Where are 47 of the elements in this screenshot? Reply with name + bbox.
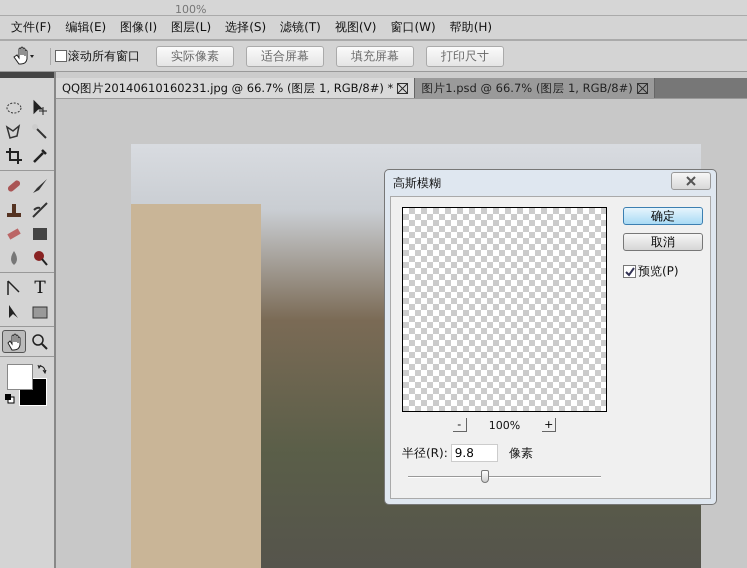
dialog-title: 高斯模糊 bbox=[393, 174, 441, 192]
unit-label: 像素 bbox=[508, 444, 533, 462]
view-button[interactable]: 实际像素 bbox=[156, 46, 234, 66]
hand-icon bbox=[5, 332, 23, 350]
radius-label: 半径(R): bbox=[402, 444, 448, 462]
menu-item[interactable]: 图层(L) bbox=[164, 19, 218, 36]
view-button[interactable]: 适合屏幕 bbox=[246, 46, 324, 66]
zoom-out-button[interactable]: - bbox=[452, 418, 467, 432]
preview-checkbox[interactable]: 预览(P) bbox=[623, 263, 703, 280]
color-swatches-icon[interactable] bbox=[7, 364, 47, 406]
menu-item[interactable]: 视图(V) bbox=[328, 19, 384, 36]
slider-thumb[interactable] bbox=[481, 470, 490, 483]
swap-colors-icon[interactable] bbox=[37, 364, 47, 374]
radius-field[interactable]: 9.8 bbox=[450, 444, 498, 462]
close-icon[interactable] bbox=[397, 82, 408, 94]
scroll-all-windows-checkbox[interactable]: 滚动所有窗口 bbox=[50, 48, 140, 64]
history-brush-icon bbox=[31, 200, 49, 218]
menu-item[interactable]: 编辑(E) bbox=[58, 19, 114, 36]
zoom-in-button[interactable]: + bbox=[542, 418, 556, 432]
lasso-icon bbox=[5, 122, 23, 140]
menu-item[interactable]: 文件(F) bbox=[4, 19, 58, 36]
crop-icon bbox=[5, 146, 23, 164]
close-button[interactable] bbox=[671, 172, 711, 190]
magic-wand-icon bbox=[31, 122, 49, 140]
zoom-icon bbox=[31, 332, 49, 350]
menu-item[interactable]: 窗口(W) bbox=[383, 19, 443, 36]
document-tab[interactable]: QQ图片20140610160231.jpg @ 66.7% (图层 1, RGB/8#) * bbox=[56, 78, 416, 98]
default-colors-icon[interactable] bbox=[5, 394, 15, 404]
ok-button[interactable]: 确定 bbox=[623, 207, 703, 225]
menu-item[interactable]: 帮助(H) bbox=[442, 19, 500, 36]
check-icon bbox=[624, 266, 634, 276]
cancel-button[interactable]: 取消 bbox=[623, 233, 703, 251]
tool-button[interactable]: T bbox=[28, 276, 52, 299]
document-tab[interactable]: 图片1.psd @ 66.7% (图层 1, RGB/8#) bbox=[415, 78, 655, 98]
eyedropper-icon bbox=[31, 146, 49, 164]
brush-icon bbox=[31, 176, 49, 194]
move-arrow-icon bbox=[31, 98, 49, 116]
close-icon bbox=[685, 176, 697, 186]
tool-button[interactable] bbox=[2, 330, 26, 353]
menu-item[interactable]: 图像(I) bbox=[113, 19, 164, 36]
close-icon[interactable] bbox=[636, 82, 648, 94]
dodge-icon bbox=[31, 248, 49, 266]
preview-zoom: 100% bbox=[488, 418, 520, 432]
menu-item[interactable]: 选择(S) bbox=[218, 19, 274, 36]
menu-item[interactable]: 滤镜(T) bbox=[273, 19, 328, 36]
view-button[interactable]: 填充屏幕 bbox=[336, 46, 414, 66]
view-button[interactable]: 打印尺寸 bbox=[426, 46, 504, 66]
